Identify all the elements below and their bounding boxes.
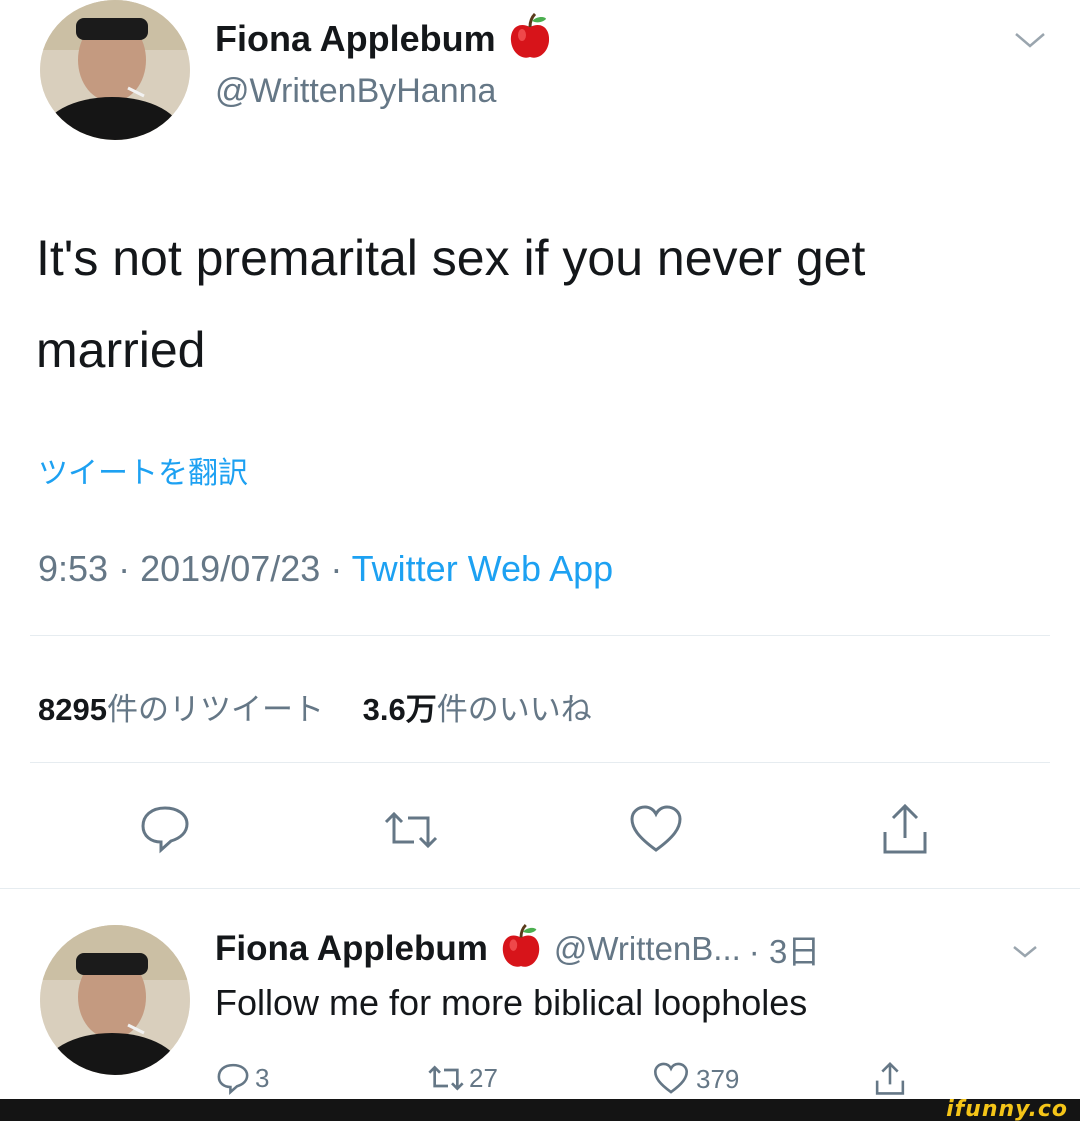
like-count: 3.6万 — [362, 692, 437, 727]
retweet-icon[interactable] — [380, 806, 442, 854]
reply-text: Follow me for more biblical loopholes — [215, 982, 808, 1023]
apple-emoji-icon — [508, 12, 552, 66]
share-icon[interactable] — [877, 798, 933, 858]
reply-handle[interactable]: @WrittenB... — [554, 930, 741, 968]
reply-count: 3 — [255, 1062, 270, 1093]
reply-retweet-action[interactable]: 27 — [425, 1062, 498, 1094]
watermark-bar: ifunny.co — [0, 1097, 1080, 1122]
reply-display-name[interactable]: Fiona Applebum — [215, 929, 488, 969]
divider — [30, 762, 1050, 763]
reply-retweet-count: 27 — [469, 1062, 498, 1093]
like-icon — [652, 1062, 690, 1096]
tweet-text: It's not premarital sex if you never get… — [36, 230, 866, 378]
reply-reply-action[interactable]: 3 — [215, 1060, 269, 1096]
watermark: ifunny.co — [946, 1097, 1068, 1122]
chevron-down-icon[interactable] — [1012, 28, 1048, 52]
like-label: 件のいいね — [436, 692, 592, 727]
reply-icon — [215, 1060, 251, 1096]
user-handle[interactable]: @WrittenByHanna — [215, 72, 496, 111]
retweet-label: 件のリツイート — [106, 692, 324, 727]
divider — [0, 888, 1080, 889]
avatar[interactable] — [40, 0, 190, 140]
separator: · — [118, 548, 131, 589]
source-link[interactable]: Twitter Web App — [352, 548, 613, 589]
like-icon[interactable] — [628, 804, 684, 856]
reply-icon[interactable] — [137, 800, 193, 856]
retweets-stat[interactable]: 8295件のリツイート — [38, 692, 333, 727]
share-icon[interactable] — [872, 1058, 908, 1098]
likes-stat[interactable]: 3.6万件のいいね — [363, 692, 592, 727]
tweet-metadata: 9:53 · 2019/07/23 · Twitter Web App — [38, 548, 613, 590]
reply-header: Fiona Applebum @WrittenB... · 3日 — [215, 922, 820, 976]
translate-link[interactable]: ツイートを翻訳 — [38, 448, 248, 492]
reply-age: · 3日 — [748, 933, 821, 970]
reply-like-count: 379 — [696, 1063, 740, 1094]
chevron-down-icon[interactable] — [1010, 942, 1040, 962]
tweet-date: 2019/07/23 — [140, 548, 321, 589]
apple-emoji-icon — [500, 923, 542, 975]
retweet-count: 8295 — [38, 692, 107, 727]
tweet-time: 9:53 — [38, 548, 109, 589]
reply-avatar[interactable] — [40, 925, 190, 1075]
retweet-icon — [425, 1062, 467, 1094]
engagement-stats: 8295件のリツイート 3.6万件のいいね — [38, 684, 592, 729]
divider — [30, 635, 1050, 636]
reply-like-action[interactable]: 379 — [652, 1062, 739, 1096]
separator: · — [330, 548, 343, 589]
display-name[interactable]: Fiona Applebum — [215, 18, 496, 60]
